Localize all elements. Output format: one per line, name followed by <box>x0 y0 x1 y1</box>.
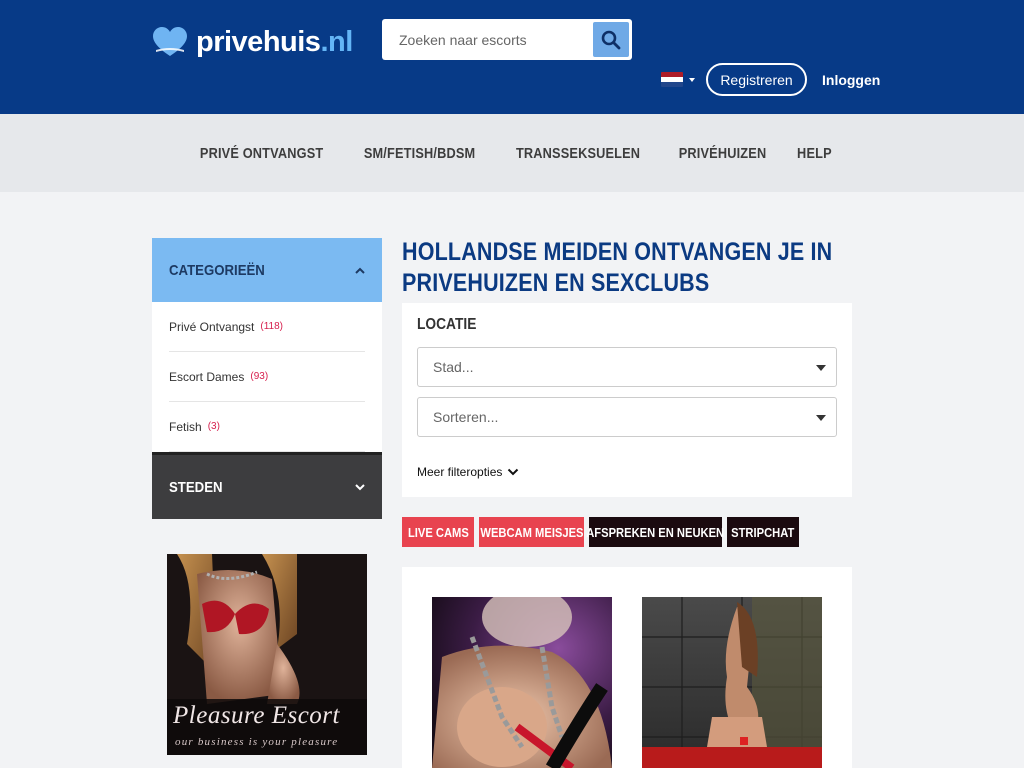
search-bar <box>382 19 632 60</box>
more-filters-toggle[interactable]: Meer filteropties <box>417 465 519 479</box>
logo-name: privehuis <box>196 25 321 58</box>
dropdown-arrow-icon <box>816 365 826 371</box>
flag-nl-icon <box>661 72 683 87</box>
promo-webcam-meisjes[interactable]: WEBCAM MEISJES <box>479 517 584 547</box>
category-item-escort-dames[interactable]: Escort Dames (93) <box>169 352 365 402</box>
nav-item-transseksuelen[interactable]: TRANSSEKSUELEN <box>516 145 640 162</box>
nav-item-help[interactable]: HELP <box>797 145 832 162</box>
categories-title: CATEGORIEËN <box>169 261 265 279</box>
category-item-prive-ontvangst[interactable]: Privé Ontvangst (118) <box>169 302 365 352</box>
profile-card[interactable] <box>432 597 612 768</box>
advertisement-banner[interactable]: Pleasure Escort our business is your ple… <box>167 554 367 755</box>
site-logo[interactable]: privehuis.nl <box>152 24 353 60</box>
category-count: (3) <box>207 421 220 432</box>
city-select[interactable]: Stad... <box>417 347 837 387</box>
promo-label: STRIPCHAT <box>731 524 795 540</box>
page-title: HOLLANDSE MEIDEN ONTVANGEN JE IN PRIVEHU… <box>402 238 833 297</box>
profile-photo <box>642 597 822 768</box>
profile-card[interactable] <box>642 597 822 768</box>
search-button[interactable] <box>593 22 629 57</box>
category-count: (118) <box>260 321 283 332</box>
city-select-value: Stad... <box>433 359 474 375</box>
steden-title: STEDEN <box>169 478 223 496</box>
login-link[interactable]: Inloggen <box>822 72 880 88</box>
categories-toggle[interactable]: CATEGORIEËN <box>152 238 382 302</box>
category-label: Privé Ontvangst <box>169 319 255 334</box>
logo-text: privehuis.nl <box>196 26 353 59</box>
promo-live-cams[interactable]: LIVE CAMS <box>402 517 474 547</box>
category-label: Escort Dames <box>169 369 245 384</box>
promo-afspreken-en-neuken[interactable]: AFSPREKEN EN NEUKEN <box>586 517 725 547</box>
nav-item-sm-fetish-bdsm[interactable]: SM/FETISH/BDSM <box>364 145 475 162</box>
chevron-up-icon <box>355 267 365 274</box>
category-label: Fetish <box>169 419 202 434</box>
heart-icon <box>152 26 188 58</box>
ad-brand: Pleasure Escort <box>173 702 340 729</box>
categories-list: Privé Ontvangst (118) Escort Dames (93) … <box>152 302 382 452</box>
register-button[interactable]: Registreren <box>706 63 807 96</box>
profile-photo <box>432 597 612 768</box>
nav-item-prive-ontvangst[interactable]: PRIVÉ ONTVANGST <box>200 145 323 162</box>
search-icon <box>601 30 621 49</box>
search-input[interactable] <box>382 19 592 60</box>
logo-tld: .nl <box>320 25 353 58</box>
location-label: LOCATIE <box>417 316 477 333</box>
dropdown-arrow-icon <box>816 415 826 421</box>
steden-toggle[interactable]: STEDEN <box>152 452 382 519</box>
promo-stripchat[interactable]: STRIPCHAT <box>727 517 799 547</box>
filter-panel: LOCATIE Stad... Sorteren... Meer filtero… <box>402 303 852 497</box>
sort-select-value: Sorteren... <box>433 409 499 425</box>
nav-item-privehuizen[interactable]: PRIVÉHUIZEN <box>679 145 767 162</box>
main-nav: PRIVÉ ONTVANGST SM/FETISH/BDSM TRANSSEKS… <box>0 114 1024 192</box>
site-header: privehuis.nl Registreren Inloggen <box>0 0 1024 114</box>
profile-gallery <box>402 567 852 768</box>
ad-tagline: our business is your pleasure <box>175 736 339 748</box>
sort-select[interactable]: Sorteren... <box>417 397 837 437</box>
chevron-down-icon <box>355 483 365 490</box>
promo-label: WEBCAM MEISJES <box>479 524 584 540</box>
promo-label: AFSPREKEN EN NEUKEN <box>586 524 725 540</box>
caret-down-icon <box>689 77 695 82</box>
category-count: (93) <box>250 371 269 382</box>
more-filters-label: Meer filteropties <box>417 465 503 479</box>
promo-label: LIVE CAMS <box>407 524 469 540</box>
language-selector[interactable] <box>661 72 695 87</box>
category-item-fetish[interactable]: Fetish (3) <box>169 402 365 452</box>
chevron-down-icon <box>508 468 519 476</box>
sidebar: CATEGORIEËN Privé Ontvangst (118) Escort… <box>152 238 382 519</box>
